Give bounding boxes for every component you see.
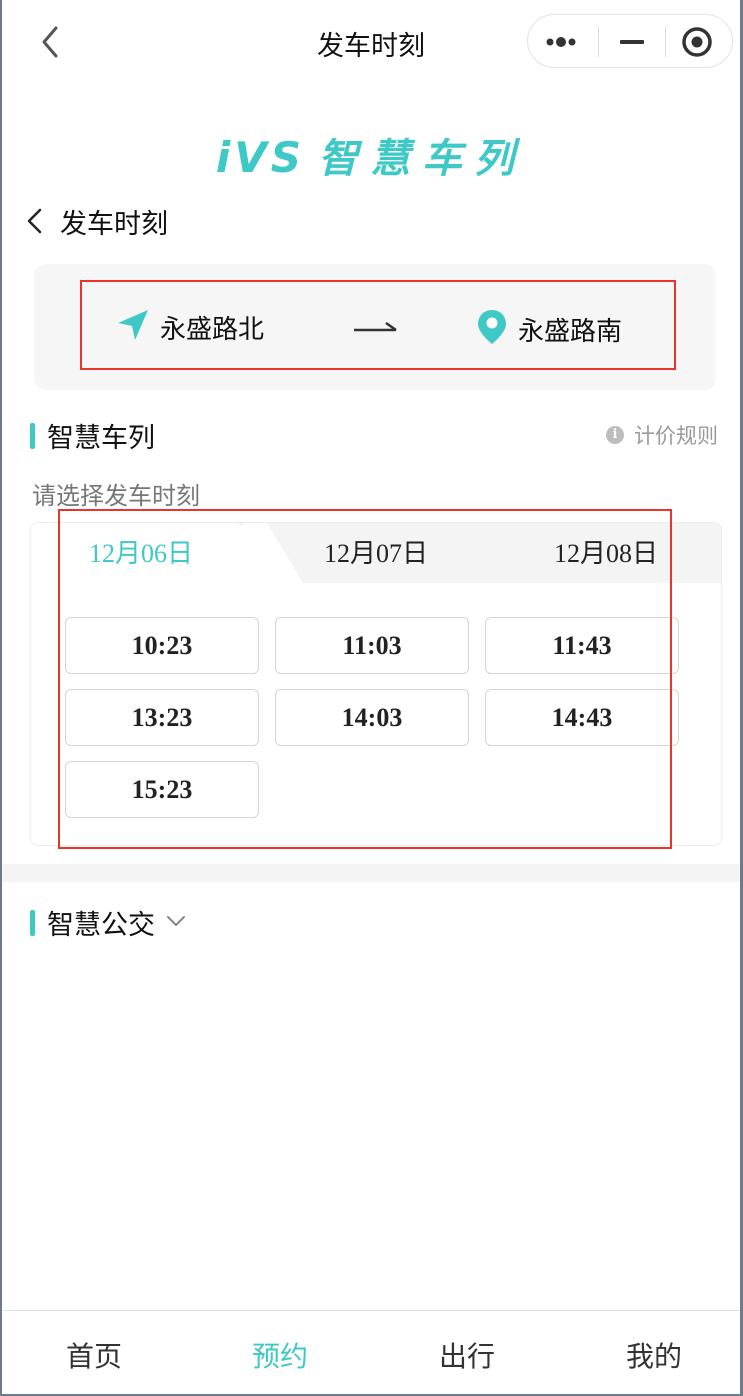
close-target-icon[interactable] <box>665 15 733 69</box>
brand-logo: iVS <box>215 133 306 182</box>
top-navbar: 发车时刻 <box>2 0 740 86</box>
sub-header-title: 发车时刻 <box>60 208 168 240</box>
brand-banner: iVS 智慧车列 <box>2 126 740 182</box>
schedule-highlight-box <box>58 509 672 849</box>
back-icon[interactable] <box>22 201 50 241</box>
tabbar-item-trips[interactable]: 出行 <box>375 1311 559 1394</box>
tabbar-item-home[interactable]: 首页 <box>2 1311 186 1394</box>
section-title: 智慧车列 <box>47 423 155 454</box>
brand-name: 智慧车列 <box>318 136 527 182</box>
info-icon: i <box>606 426 624 444</box>
route-highlight-box <box>80 280 676 370</box>
chevron-down-icon <box>165 913 187 932</box>
select-time-hint: 请选择发车时刻 <box>32 482 200 510</box>
sub-header: 发车时刻 <box>22 196 168 246</box>
minimize-icon[interactable] <box>598 15 666 69</box>
app-frame: 发车时刻 iVS 智慧车列 发车时刻 永盛路北 永盛路南 智慧车列 i 计价规则… <box>2 0 740 1394</box>
more-dots-icon[interactable] <box>528 15 596 69</box>
section-accent-bar <box>30 909 35 936</box>
pricing-rules-link[interactable]: i 计价规则 <box>606 420 718 450</box>
mini-program-capsule <box>527 14 733 68</box>
tabbar-item-mine[interactable]: 我的 <box>562 1311 740 1394</box>
tabbar-item-booking[interactable]: 预约 <box>188 1311 372 1394</box>
pricing-rules-label: 计价规则 <box>634 424 718 448</box>
section-divider <box>2 864 740 882</box>
section-accent-bar <box>30 422 35 449</box>
section-title: 智慧公交 <box>47 910 155 941</box>
section-header-train: 智慧车列 <box>30 416 155 455</box>
bottom-tab-bar: 首页 预约 出行 我的 <box>2 1310 740 1394</box>
section-header-bus[interactable]: 智慧公交 <box>30 903 187 942</box>
